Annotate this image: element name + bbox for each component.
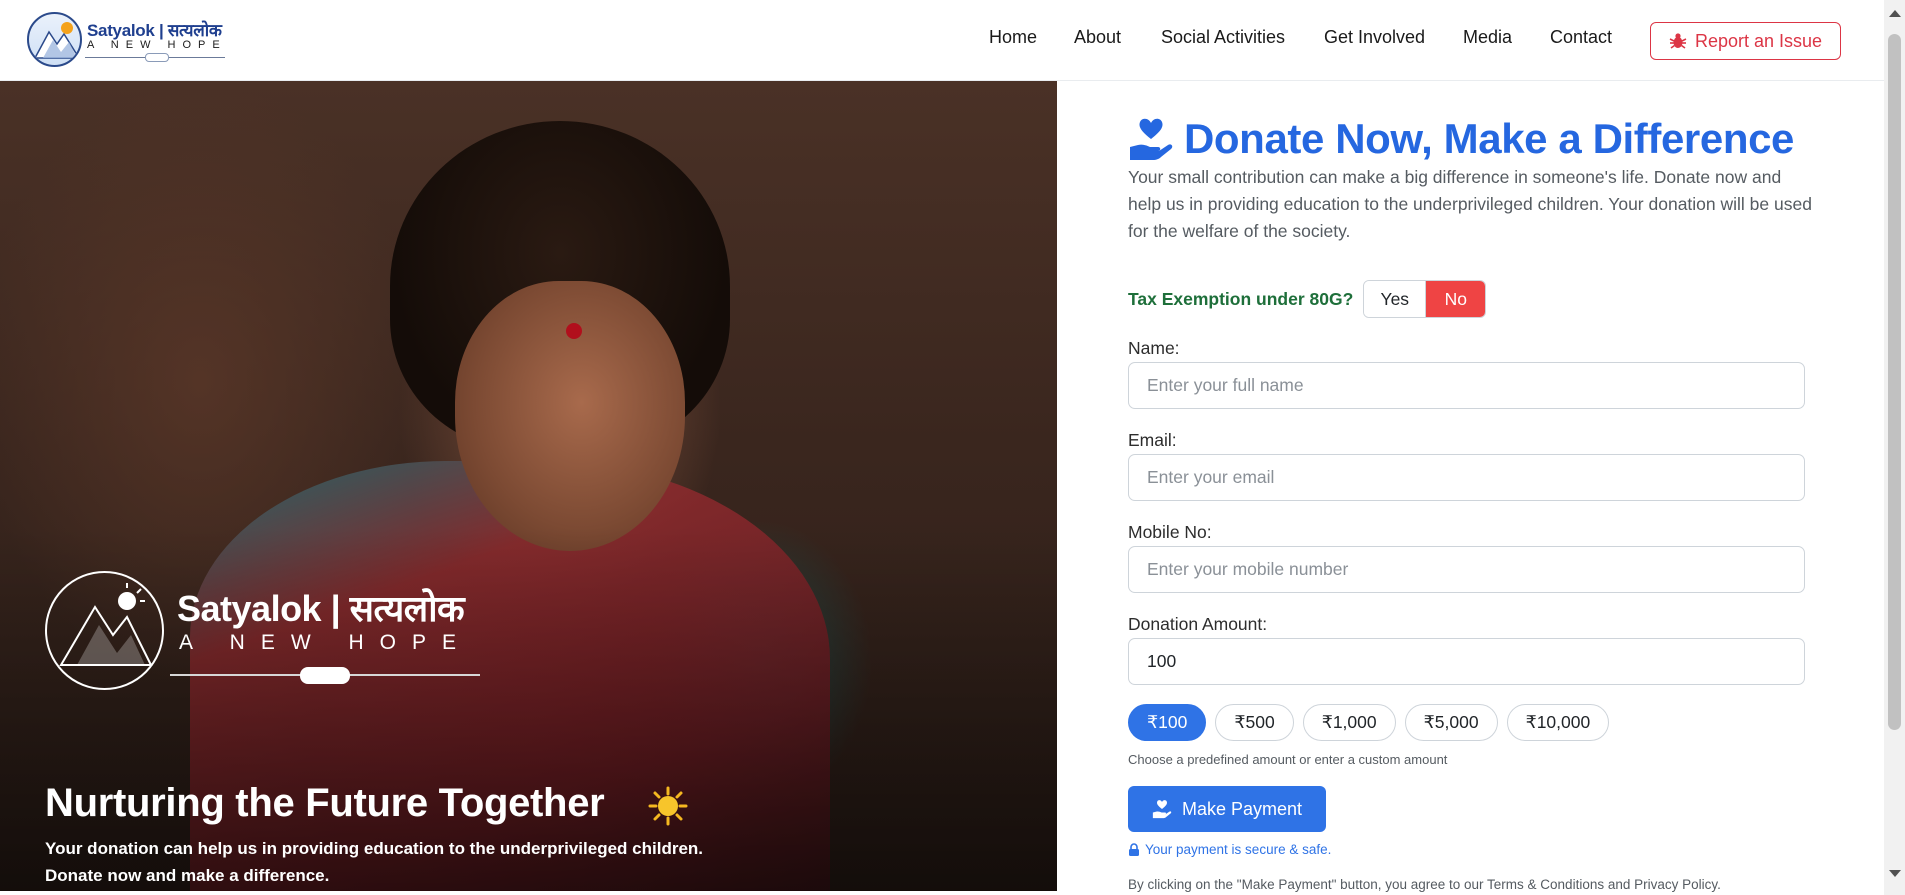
nav-get-involved[interactable]: Get Involved (1324, 27, 1425, 48)
nav-home[interactable]: Home (989, 27, 1037, 48)
donate-title: Donate Now, Make a Difference (1128, 114, 1794, 164)
hand-holding-heart-icon (1152, 800, 1172, 819)
amount-options: ₹100 ₹500 ₹1,000 ₹5,000 ₹10,000 (1128, 704, 1610, 741)
email-field[interactable] (1128, 454, 1805, 501)
tax-exemption-toggle: Yes No (1363, 280, 1487, 318)
hero-shade (0, 81, 1057, 891)
site-header: Satyalok | सत्यलोक A NEW HOPE Home About… (0, 0, 1884, 81)
hero-logo-tagline: A NEW HOPE (179, 631, 473, 654)
hero-logo: Satyalok | सत्यलोक A NEW HOPE (45, 571, 485, 691)
hero-mountain-emblem-icon (45, 571, 164, 690)
name-label: Name: (1128, 338, 1180, 358)
email-label: Email: (1128, 430, 1177, 450)
make-payment-button[interactable]: Make Payment (1128, 786, 1326, 832)
tax-exemption-label: Tax Exemption under 80G? (1128, 288, 1354, 309)
terms-text: By clicking on the "Make Payment" button… (1128, 877, 1721, 892)
tax-exemption: Tax Exemption under 80G? Yes No (1128, 280, 1487, 318)
amount-option-500[interactable]: ₹500 (1215, 704, 1294, 741)
amount-hint: Choose a predefined amount or enter a cu… (1128, 752, 1448, 767)
nav-social-activities[interactable]: Social Activities (1161, 27, 1285, 48)
tax-no-button[interactable]: No (1426, 281, 1486, 317)
secure-text: Your payment is secure & safe. (1145, 842, 1332, 857)
mountain-emblem-icon (27, 12, 82, 67)
tax-yes-button[interactable]: Yes (1364, 281, 1427, 317)
hero-subtitle-line1: Your donation can help us in providing e… (45, 839, 704, 858)
amount-field[interactable] (1128, 638, 1805, 685)
page-scrollbar[interactable] (1884, 0, 1905, 895)
nav-media[interactable]: Media (1463, 27, 1512, 48)
amount-option-1000[interactable]: ₹1,000 (1302, 704, 1396, 741)
amount-option-10000[interactable]: ₹10,000 (1506, 704, 1610, 741)
hero-logo-mini-badge (300, 667, 350, 684)
nav-about[interactable]: About (1074, 27, 1121, 48)
logo-tagline: A NEW HOPE (87, 39, 227, 51)
name-field[interactable] (1128, 362, 1805, 409)
secure-note: Your payment is secure & safe. (1128, 842, 1331, 857)
logo-name: Satyalok | सत्यलोक (87, 21, 222, 40)
make-payment-label: Make Payment (1181, 798, 1303, 819)
hero-title: Nurturing the Future Together (45, 781, 605, 825)
site-logo[interactable]: Satyalok | सत्यलोक A NEW HOPE (27, 12, 227, 68)
logo-mini-badge (145, 53, 169, 62)
scroll-up-icon[interactable] (1889, 10, 1901, 17)
sun-emoji-icon (648, 786, 688, 826)
amount-label: Donation Amount: (1128, 614, 1268, 634)
bug-icon (1669, 33, 1687, 49)
report-issue-button[interactable]: Report an Issue (1650, 22, 1841, 60)
amount-option-100[interactable]: ₹100 (1128, 704, 1207, 741)
scroll-down-icon[interactable] (1889, 870, 1901, 877)
nav-contact[interactable]: Contact (1550, 27, 1612, 48)
scrollbar-thumb[interactable] (1888, 34, 1901, 730)
donate-title-text: Donate Now, Make a Difference (1184, 115, 1795, 162)
hero-image (0, 81, 1057, 891)
hand-holding-heart-icon (1130, 118, 1173, 160)
amount-option-5000[interactable]: ₹5,000 (1404, 704, 1498, 741)
donate-intro: Your small contribution can make a big d… (1128, 167, 1812, 241)
report-issue-label: Report an Issue (1694, 30, 1823, 51)
hero-logo-name: Satyalok | सत्यलोक (177, 588, 465, 629)
hero-subtitle: Your donation can help us in providing e… (45, 835, 805, 889)
hero-subtitle-line2: Donate now and make a difference. (45, 866, 330, 885)
mobile-field[interactable] (1128, 546, 1805, 593)
mobile-label: Mobile No: (1128, 522, 1212, 542)
lock-icon (1129, 843, 1139, 856)
